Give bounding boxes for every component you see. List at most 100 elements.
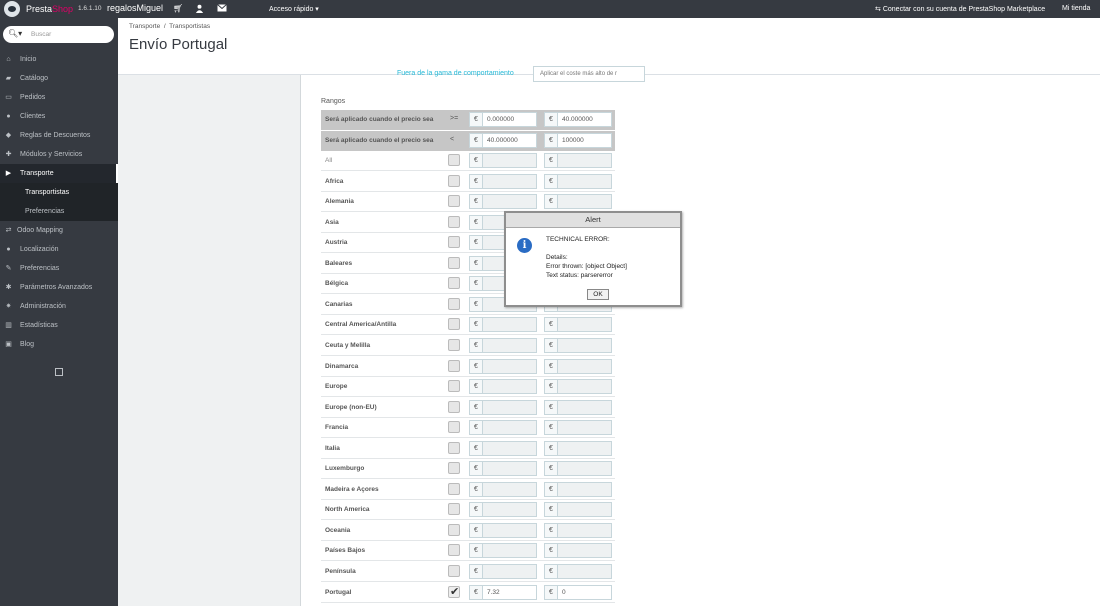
sidebar-item-inicio[interactable]: ⌂ Inicio (0, 50, 118, 69)
zone-checkbox[interactable] (448, 442, 460, 454)
marketplace-connect-link[interactable]: ⇆ Conectar con su cuenta de PrestaShop M… (875, 5, 1045, 13)
zone-fee-input-1[interactable]: € (469, 543, 537, 558)
sidebar-item-localizacion[interactable]: ● Localización (0, 240, 118, 259)
zone-checkbox[interactable]: ✔ (448, 586, 460, 598)
ok-button[interactable]: OK (587, 289, 609, 300)
envelope-icon[interactable] (217, 4, 227, 14)
brand-name[interactable]: PrestaShop (26, 4, 73, 14)
sidebar-item-pedidos[interactable]: ▭ Pedidos (0, 88, 118, 107)
zone-fee-input-1[interactable]: € (469, 400, 537, 415)
zone-checkbox[interactable] (448, 154, 460, 166)
zone-fee-input-2[interactable]: € (544, 543, 612, 558)
info-icon: i (517, 238, 532, 253)
zone-fee-input-2[interactable]: € (544, 461, 612, 476)
zone-fee-input-1[interactable]: €7.32 (469, 585, 537, 600)
sidebar-item-blog[interactable]: ▣ Blog (0, 335, 118, 354)
search-box[interactable]: 🔍︎▾ Buscar (3, 26, 114, 43)
zone-fee-value (558, 195, 611, 208)
my-store-link[interactable]: Mi tienda (1062, 5, 1090, 12)
zone-fee-input-2[interactable]: € (544, 338, 612, 353)
search-icon[interactable]: 🔍︎▾ (8, 29, 22, 38)
breadcrumb-item-transporte[interactable]: Transporte (129, 23, 160, 30)
sidebar-item-transporte[interactable]: ▶ Transporte (0, 164, 118, 183)
range-lower-min-input[interactable]: €0.000000 (469, 112, 537, 127)
zone-fee-input-2[interactable]: €0 (544, 585, 612, 600)
zone-checkbox[interactable] (448, 195, 460, 207)
zone-fee-input-1[interactable]: € (469, 441, 537, 456)
sidebar-subitem-transportistas[interactable]: Transportistas (0, 183, 118, 202)
zone-fee-input-2[interactable]: € (544, 174, 612, 189)
zone-checkbox[interactable] (448, 175, 460, 187)
zone-fee-input-1[interactable]: € (469, 317, 537, 332)
breadcrumb-item-transportistas[interactable]: Transportistas (169, 23, 210, 30)
zone-fee-input-1[interactable]: € (469, 502, 537, 517)
zone-fee-input-1[interactable]: € (469, 461, 537, 476)
zone-checkbox[interactable] (448, 298, 460, 310)
zone-fee-input-2[interactable]: € (544, 153, 612, 168)
zone-fee-input-2[interactable]: € (544, 482, 612, 497)
prestashop-logo-icon[interactable] (4, 1, 20, 17)
zone-fee-input-1[interactable]: € (469, 420, 537, 435)
range-lower-max-input[interactable]: €40.000000 (544, 112, 612, 127)
zone-checkbox[interactable] (448, 360, 460, 372)
search-input[interactable]: Buscar (31, 31, 51, 38)
zone-fee-input-1[interactable]: € (469, 379, 537, 394)
range-upper-min-input[interactable]: €40.000000 (469, 133, 537, 148)
sidebar-item-odoo-mapping[interactable]: ⇄ Odoo Mapping (0, 221, 118, 240)
zone-fee-value: 7.32 (487, 589, 500, 596)
currency-addon: € (470, 524, 483, 537)
zone-fee-value (483, 154, 536, 167)
out-of-range-select[interactable]: Aplicar el coste más alto de r (533, 66, 645, 82)
sidebar-item-catalogo[interactable]: ▰ Catálogo (0, 69, 118, 88)
zone-fee-input-1[interactable]: € (469, 194, 537, 209)
zone-fee-input-1[interactable]: € (469, 564, 537, 579)
shop-name-link[interactable]: regalosMiguel (107, 3, 163, 13)
wrench-icon: ✎ (5, 265, 12, 272)
sidebar-item-reglas-descuentos[interactable]: ◆ Reglas de Descuentos (0, 126, 118, 145)
range-upper-max-input[interactable]: €100000 (544, 133, 612, 148)
zone-checkbox[interactable] (448, 462, 460, 474)
zone-fee-input-1[interactable]: € (469, 338, 537, 353)
zone-fee-input-2[interactable]: € (544, 194, 612, 209)
quick-access-menu[interactable]: Acceso rápido ▾ (269, 5, 319, 13)
zone-fee-input-2[interactable]: € (544, 359, 612, 374)
user-icon[interactable] (194, 4, 204, 14)
zone-fee-input-1[interactable]: € (469, 174, 537, 189)
zone-checkbox[interactable] (448, 236, 460, 248)
zone-checkbox[interactable] (448, 277, 460, 289)
sidebar-item-estadisticas[interactable]: ▥ Estadísticas (0, 316, 118, 335)
zone-checkbox[interactable] (448, 565, 460, 577)
zone-checkbox[interactable] (448, 524, 460, 536)
zone-fee-input-2[interactable]: € (544, 502, 612, 517)
zone-fee-input-2[interactable]: € (544, 564, 612, 579)
zone-fee-input-1[interactable]: € (469, 523, 537, 538)
zone-fee-input-2[interactable]: € (544, 441, 612, 456)
zone-fee-input-2[interactable]: € (544, 317, 612, 332)
zone-fee-input-2[interactable]: € (544, 400, 612, 415)
zone-checkbox[interactable] (448, 380, 460, 392)
zone-checkbox[interactable] (448, 483, 460, 495)
sidebar-item-clientes[interactable]: ● Clientes (0, 107, 118, 126)
sidebar-subitem-preferencias[interactable]: Preferencias (0, 202, 118, 221)
collapse-menu-icon[interactable] (55, 368, 63, 376)
sidebar-item-modulos[interactable]: ✚ Módulos y Servicios (0, 145, 118, 164)
zone-checkbox[interactable] (448, 401, 460, 413)
zone-fee-input-2[interactable]: € (544, 523, 612, 538)
zone-checkbox[interactable] (448, 318, 460, 330)
zone-checkbox[interactable] (448, 257, 460, 269)
sidebar-item-parametros-avanzados[interactable]: ✱ Parámetros Avanzados (0, 278, 118, 297)
zone-fee-input-1[interactable]: € (469, 153, 537, 168)
sidebar-item-administracion[interactable]: ✷ Administración (0, 297, 118, 316)
zone-checkbox[interactable] (448, 339, 460, 351)
zone-fee-input-1[interactable]: € (469, 482, 537, 497)
sidebar-item-preferencias[interactable]: ✎ Preferencias (0, 259, 118, 278)
zone-fee-input-2[interactable]: € (544, 420, 612, 435)
zone-checkbox[interactable] (448, 421, 460, 433)
alert-title[interactable]: Alert (506, 213, 680, 228)
cart-icon[interactable]: 🛒︎ (173, 4, 183, 14)
zone-checkbox[interactable] (448, 544, 460, 556)
zone-fee-input-2[interactable]: € (544, 379, 612, 394)
zone-fee-input-1[interactable]: € (469, 359, 537, 374)
zone-checkbox[interactable] (448, 216, 460, 228)
zone-checkbox[interactable] (448, 503, 460, 515)
